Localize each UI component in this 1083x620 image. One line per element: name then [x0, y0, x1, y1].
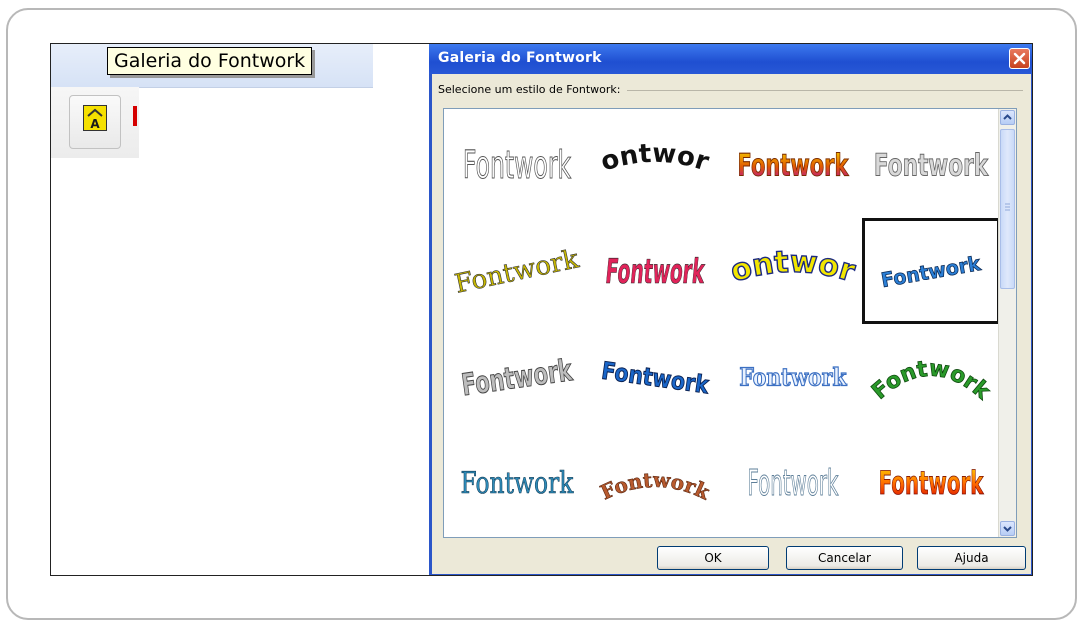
- fontwork-preview: Fontwork: [739, 363, 848, 392]
- chevron-down-icon: [1003, 526, 1012, 532]
- dialog-body: Selecione um estilo de Fontwork: Fontwor…: [432, 74, 1031, 574]
- fontwork-style-item[interactable]: Fontwork: [862, 430, 1000, 536]
- fontwork-preview: Fontwork: [873, 149, 989, 184]
- close-button[interactable]: [1009, 48, 1030, 69]
- fontwork-style-item[interactable]: Fontwork: [448, 218, 586, 324]
- fontwork-style-item[interactable]: Fontwork: [586, 218, 724, 324]
- fontwork-sample-text: Fontwork: [461, 466, 575, 501]
- fontwork-sample-text: Fontwork: [874, 149, 989, 183]
- fontwork-sample-text: Fontwork: [460, 353, 575, 403]
- vertical-scrollbar[interactable]: [998, 109, 1016, 537]
- fontwork-sample-text: Fontwork: [597, 468, 715, 505]
- toolbar-separator-mark: [133, 106, 137, 126]
- fontwork-sample-text: Fontwork: [739, 364, 847, 392]
- fontwork-style-item[interactable]: Fontwork: [724, 430, 862, 536]
- fontwork-gallery-icon: A: [83, 105, 107, 131]
- fontwork-preview: Fontwork: [596, 467, 715, 505]
- fontwork-style-item[interactable]: Fontwork: [586, 430, 724, 536]
- fontwork-sample-text: Fontwork: [879, 465, 985, 502]
- svg-text:A: A: [90, 117, 100, 130]
- fontwork-preview: Fontwork: [462, 144, 572, 188]
- fontwork-preview: Fontwork: [604, 252, 708, 292]
- fontwork-preview: Fontwork: [879, 251, 984, 293]
- fontwork-sample-text: Fontwork: [738, 149, 850, 184]
- fontwork-style-gallery[interactable]: FontworkFontworkFontworkFontworkFontwork…: [443, 108, 1017, 538]
- fontwork-preview: Fontwork: [599, 357, 712, 401]
- fontwork-preview: Fontwork: [460, 466, 575, 501]
- fontwork-style-item[interactable]: Fontwork: [712, 193, 862, 324]
- scroll-down-button[interactable]: [1000, 521, 1015, 536]
- fontwork-preview: Fontwork: [576, 109, 712, 178]
- scroll-up-button[interactable]: [1000, 110, 1015, 125]
- fontwork-sample-text: Fontwork: [879, 251, 983, 292]
- chevron-up-icon: [1003, 114, 1012, 120]
- fontwork-sample-text: Fontwork: [576, 108, 712, 178]
- fontwork-style-item[interactable]: Fontwork: [586, 324, 724, 430]
- fontwork-preview: Fontwork: [878, 465, 985, 503]
- fontwork-style-item[interactable]: Fontwork: [724, 112, 862, 218]
- group-label: Selecione um estilo de Fontwork:: [438, 83, 627, 96]
- fontwork-style-item[interactable]: Fontwork: [448, 324, 586, 430]
- fontwork-sample-text: Fontwork: [867, 356, 995, 405]
- fontwork-sample-text: Fontwork: [604, 252, 707, 292]
- fontwork-preview: Fontwork: [737, 149, 850, 185]
- fontwork-style-item[interactable]: Fontwork: [862, 324, 1000, 430]
- fontwork-style-item[interactable]: Fontwork: [576, 109, 724, 218]
- ok-button[interactable]: OK: [657, 546, 769, 570]
- fontwork-gallery-dialog: Galeria do Fontwork Selecione um estilo …: [429, 44, 1032, 575]
- fontwork-style-item[interactable]: Fontwork: [448, 112, 586, 218]
- fontwork-style-item[interactable]: Fontwork: [862, 218, 1000, 324]
- tooltip: Galeria do Fontwork: [107, 47, 313, 75]
- dialog-title: Galeria do Fontwork: [438, 50, 602, 66]
- fontwork-style-item[interactable]: Fontwork: [862, 112, 1000, 218]
- fontwork-style-item[interactable]: Fontwork: [448, 430, 586, 536]
- fontwork-preview: Fontwork: [867, 356, 996, 406]
- drawing-toolbar: A: [51, 87, 139, 158]
- fontwork-sample-text: Fontwork: [463, 144, 572, 187]
- fontwork-sample-text: Fontwork: [747, 461, 838, 503]
- gallery-grid: FontworkFontworkFontworkFontworkFontwork…: [448, 109, 1000, 536]
- screenshot-figure: Galeria do Fontwork A Galeria do Fontwor…: [50, 43, 1033, 576]
- scrollbar-thumb[interactable]: [1000, 129, 1015, 289]
- fontwork-preview: Fontwork: [452, 244, 582, 300]
- dialog-titlebar[interactable]: Galeria do Fontwork: [429, 44, 1032, 74]
- fontwork-sample-text: Fontwork: [452, 244, 581, 300]
- fontwork-gallery-button[interactable]: A: [69, 95, 121, 149]
- fontwork-preview: Fontwork: [712, 193, 860, 290]
- fontwork-preview: Fontwork: [459, 353, 575, 404]
- fontwork-sample-text: Fontwork: [600, 357, 712, 400]
- fontwork-style-item[interactable]: Fontwork: [724, 324, 862, 430]
- fontwork-preview: Fontwork: [747, 461, 839, 504]
- close-icon: [1013, 52, 1026, 65]
- application-area: Galeria do Fontwork A: [51, 44, 431, 575]
- cancel-button[interactable]: Cancelar: [786, 546, 903, 570]
- help-button[interactable]: Ajuda: [917, 546, 1026, 570]
